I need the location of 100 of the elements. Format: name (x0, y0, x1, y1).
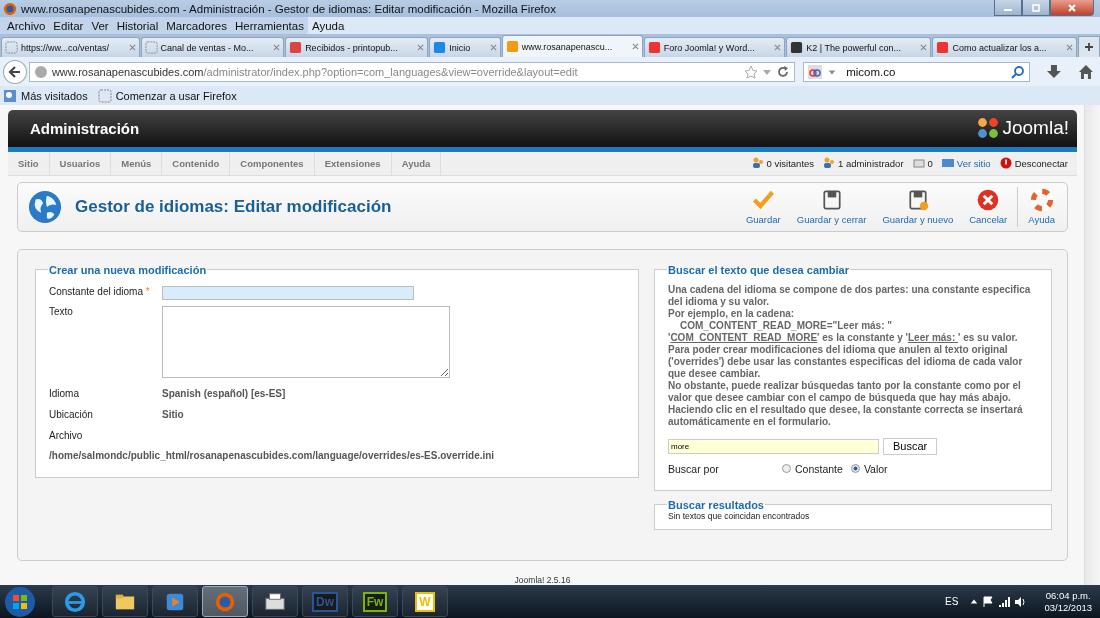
help-button[interactable]: Ayuda (1022, 188, 1061, 226)
start-button[interactable] (4, 585, 36, 618)
radio-button[interactable] (850, 464, 860, 474)
scrollbar[interactable] (1084, 105, 1100, 585)
admin-menu-item[interactable]: Menús (111, 151, 163, 175)
status-text: 0 (927, 157, 933, 169)
browser-tab[interactable]: Canal de ventas - Mo... (140, 37, 285, 57)
help-link[interactable]: Leer más: (908, 331, 958, 343)
close-tab-icon[interactable] (128, 44, 136, 51)
menu-item[interactable]: Ayuda (307, 19, 349, 32)
section-heading: Crear una nueva modificación (48, 263, 208, 276)
caret-icon[interactable] (970, 597, 979, 606)
radio-label[interactable]: Constante (795, 462, 843, 475)
help-text: Para poder crear modificaciones del idioma que anulen al texto original ('overrides') debe usar las constantes especificas del idioma de cada valor que desee cambiar. (668, 343, 1024, 380)
cancel-button[interactable]: Cancelar (963, 188, 1014, 226)
bookmark-icon (3, 88, 17, 103)
bookmark-link[interactable]: Comenzar a usar Firefox (115, 89, 237, 102)
menu-item[interactable]: Historial (112, 19, 163, 32)
app-logo: W (415, 591, 435, 612)
taskbar-button[interactable]: Fw (352, 586, 398, 617)
search-field[interactable]: micom.co (803, 61, 1031, 82)
browser-tab[interactable]: Inicio (429, 37, 501, 57)
volume-icon[interactable] (1014, 595, 1027, 608)
star-icon[interactable] (744, 64, 759, 79)
field-label: Texto (49, 305, 73, 317)
close-icon (1067, 2, 1077, 13)
clock-date[interactable]: 03/12/2013 (1044, 601, 1092, 614)
menu-item[interactable]: Ver (87, 19, 113, 32)
maximize-button[interactable] (1022, 0, 1050, 16)
menu-item[interactable]: Marcadores (162, 19, 231, 32)
field-label: Archivo (49, 429, 83, 441)
footer-text: Joomla! 2.5.16 (514, 575, 571, 585)
favicon-icon (433, 41, 447, 54)
flag-icon[interactable] (982, 595, 995, 608)
radio-label[interactable]: Valor (863, 462, 888, 475)
admin-menu-item[interactable]: Usuarios (49, 151, 112, 175)
close-tab-icon[interactable] (273, 44, 281, 51)
admin-menu-item[interactable]: Ayuda (391, 151, 442, 175)
favicon-icon (647, 41, 661, 54)
app-logo: Dw (312, 591, 338, 612)
close-tab-icon[interactable] (920, 44, 928, 51)
app-logo: Fw (362, 591, 388, 612)
admin-menu-item[interactable]: Sitio (8, 151, 50, 175)
search-input-field[interactable]: more (668, 438, 879, 454)
scanner-icon (264, 590, 286, 613)
status-link[interactable]: Ver sitio (956, 157, 991, 169)
save-close-button[interactable]: Guardar y cerrar (790, 188, 873, 226)
search-icon[interactable] (1011, 64, 1026, 79)
close-tab-icon[interactable] (417, 44, 425, 51)
back-arrow-icon (7, 64, 22, 79)
radio-button[interactable] (782, 464, 791, 474)
close-button[interactable] (1050, 0, 1094, 16)
browser-tab[interactable]: Foro Joomla! y Word... (643, 37, 786, 57)
close-tab-icon[interactable] (774, 44, 782, 51)
search-engine-icon (808, 64, 823, 79)
status-text: 1 administrador (838, 157, 904, 169)
constant-input-field[interactable] (162, 285, 414, 300)
taskbar-button[interactable] (252, 586, 298, 617)
browser-tab[interactable]: https://ww...co/ventas/ (1, 37, 140, 57)
address-field[interactable]: www.rosanapenascubides.com/administrator/index.php?option=com_languages&view=override&layout=edit (28, 61, 796, 82)
signal-icon[interactable] (998, 595, 1011, 608)
search-button[interactable]: Buscar (883, 437, 938, 455)
taskbar-button[interactable] (102, 586, 148, 617)
browser-tab[interactable]: K2 | The powerful con... (786, 37, 932, 57)
minimize-button[interactable] (994, 0, 1022, 16)
firefox-icon (214, 590, 236, 613)
home-icon[interactable] (1078, 63, 1094, 80)
admin-menu-item[interactable]: Contenido (162, 151, 231, 175)
menu-item[interactable]: Archivo (3, 19, 50, 32)
field-label: Idioma (49, 387, 79, 399)
admin-menu-item[interactable]: Componentes (230, 151, 315, 175)
results-message: Sin textos que coincidan encontrados (668, 510, 811, 521)
dropdown-icon[interactable] (828, 67, 837, 76)
language-indicator[interactable]: ES (945, 596, 959, 607)
close-tab-icon[interactable] (1066, 44, 1073, 51)
favicon-icon (790, 41, 804, 54)
menu-item[interactable]: Herramientas (230, 19, 308, 32)
firefox-icon (3, 1, 17, 16)
help-text: Haciendo clic en el resultado que desee, la constante correcta se insertará automáticamente en el formulario. (668, 403, 1024, 428)
save-button[interactable]: Guardar (739, 188, 787, 226)
favicon-icon (505, 40, 519, 53)
field-label: Constante del idioma (49, 285, 143, 297)
menu-item[interactable]: Editar (49, 19, 88, 32)
bookmark-link[interactable]: Más visitados (21, 89, 88, 102)
status-text: 0 visitantes (766, 157, 815, 169)
download-icon[interactable] (1046, 63, 1063, 80)
browser-tab[interactable]: Como actualizar los a... (932, 37, 1077, 57)
close-tab-icon[interactable] (631, 43, 639, 50)
browser-tab[interactable]: www.rosanapenascu... (501, 35, 643, 57)
back-button[interactable] (3, 59, 27, 84)
text-area-field[interactable] (162, 305, 450, 378)
close-tab-icon[interactable] (489, 44, 497, 51)
save-new-button[interactable]: Guardar y nuevo (876, 188, 960, 226)
reload-icon[interactable] (776, 64, 791, 79)
new-tab-button[interactable] (1078, 36, 1100, 57)
admin-menu-item[interactable]: Extensiones (314, 151, 392, 175)
status-link[interactable]: Desconectar (1014, 157, 1068, 169)
favicon-icon (144, 41, 158, 54)
browser-tab[interactable]: Recibidos - printopub... (285, 37, 429, 57)
clock-time[interactable]: 06:04 p.m. (1045, 589, 1091, 602)
